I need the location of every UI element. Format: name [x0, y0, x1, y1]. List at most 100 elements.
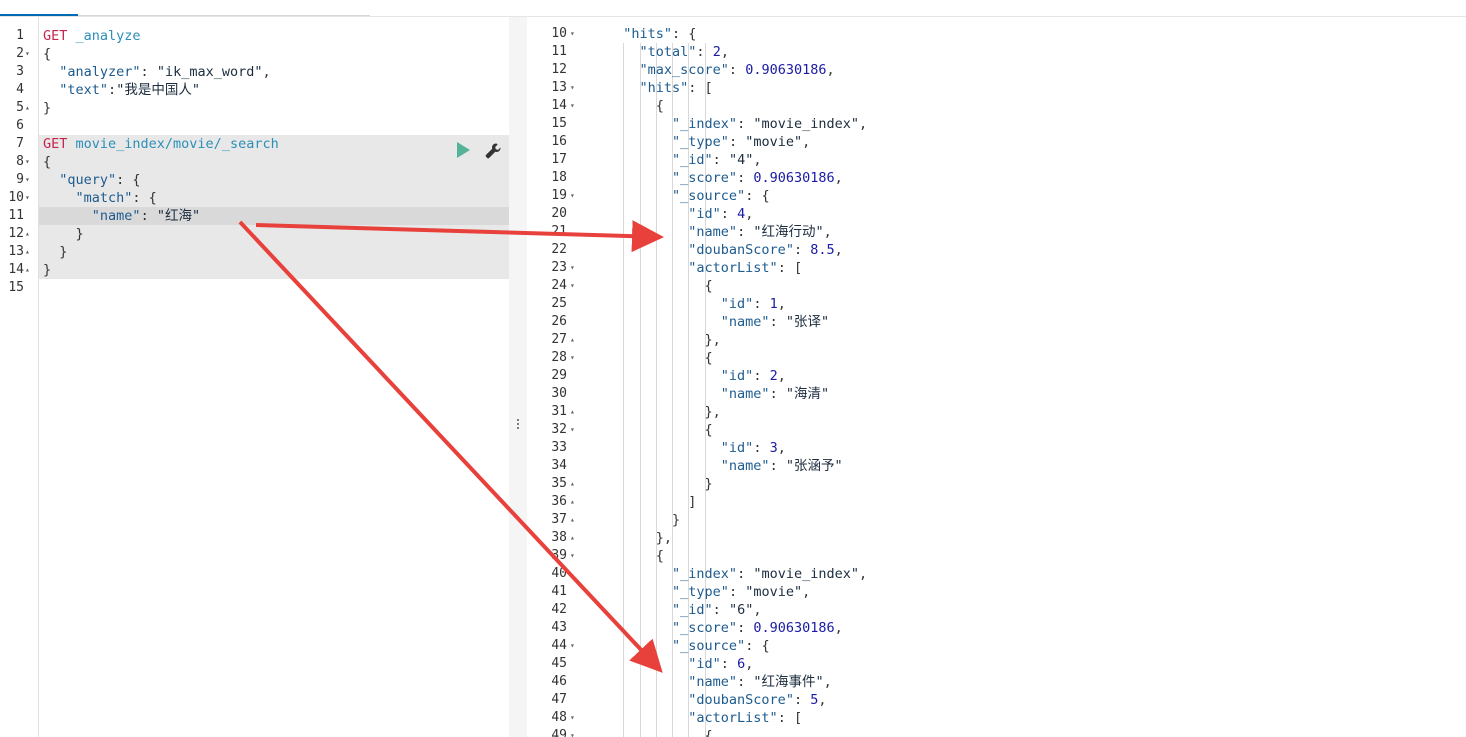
request-editor[interactable]: 1 GET _analyze 2 ▾{3 "analyzer": "ik_max_wo… — [0, 17, 509, 737]
code-line[interactable]: 24 ▾ { — [527, 277, 1466, 295]
code-line[interactable]: 21 "name": "红海行动", — [527, 223, 1466, 241]
play-icon[interactable] — [457, 142, 470, 158]
code-text: "_index": "movie_index", — [607, 565, 867, 583]
code-line[interactable]: 13 ▴ } — [0, 243, 509, 261]
line-number: 43 — [551, 620, 567, 635]
code-line[interactable]: 35 ▴ } — [527, 475, 1466, 493]
token: : — [769, 458, 786, 474]
fold-close-icon[interactable]: ▴ — [570, 403, 575, 421]
fold-close-icon[interactable]: ▴ — [570, 493, 575, 511]
code-line[interactable]: 10 ▾ "match": { — [0, 189, 509, 207]
vertical-dots-icon[interactable] — [515, 417, 521, 431]
fold-close-icon[interactable]: ▴ — [570, 511, 575, 529]
code-line[interactable]: 41 "_type": "movie", — [527, 583, 1466, 601]
pane-splitter[interactable] — [509, 17, 527, 737]
fold-open-icon[interactable]: ▾ — [25, 171, 30, 189]
fold-open-icon[interactable]: ▾ — [570, 421, 575, 439]
code-line[interactable]: 47 "doubanScore": 5, — [527, 691, 1466, 709]
fold-open-icon[interactable]: ▾ — [25, 153, 30, 171]
code-line[interactable]: 2 ▾ { — [0, 45, 509, 63]
line-number: 40 — [551, 566, 567, 581]
fold-open-icon[interactable]: ▾ — [570, 277, 575, 295]
fold-open-icon[interactable]: ▾ — [570, 25, 575, 43]
code-line[interactable]: 20 "id": 4, — [527, 205, 1466, 223]
active-tab-indicator[interactable] — [0, 14, 78, 16]
code-line[interactable]: 12 "max_score": 0.90630186, — [527, 61, 1466, 79]
code-line[interactable]: 43 "_score": 0.90630186, — [527, 619, 1466, 637]
fold-open-icon[interactable]: ▾ — [570, 547, 575, 565]
code-line[interactable]: 12 ▴ } — [0, 225, 509, 243]
code-line[interactable]: 11 "total": 2, — [527, 43, 1466, 61]
code-line[interactable]: 11 "name": "红海" — [0, 207, 509, 225]
fold-open-icon[interactable]: ▾ — [570, 709, 575, 727]
response-viewer[interactable]: 10 ▾ "hits": {11 "total": 2, 12 "max_score… — [527, 17, 1466, 737]
code-line[interactable]: 14 ▾ { — [527, 97, 1466, 115]
fold-close-icon[interactable]: ▴ — [25, 261, 30, 279]
fold-open-icon[interactable]: ▾ — [570, 187, 575, 205]
code-line[interactable]: 10 ▾ "hits": { — [527, 25, 1466, 43]
fold-close-icon[interactable]: ▴ — [25, 243, 30, 261]
fold-close-icon[interactable]: ▴ — [25, 225, 30, 243]
code-line[interactable]: 33 "id": 3, — [527, 439, 1466, 457]
code-line[interactable]: 22 "doubanScore": 8.5, — [527, 241, 1466, 259]
code-line[interactable]: 28 ▾ { — [527, 349, 1466, 367]
code-line[interactable]: 30 "name": "海清" — [527, 385, 1466, 403]
code-line[interactable]: 4 "text":"我是中国人" — [0, 81, 509, 99]
code-line[interactable]: 14 ▴} — [0, 261, 509, 279]
code-line[interactable]: 25 "id": 1, — [527, 295, 1466, 313]
code-line[interactable]: 42 "_id": "6", — [527, 601, 1466, 619]
fold-open-icon[interactable]: ▾ — [570, 727, 575, 737]
code-line[interactable]: 3 "analyzer": "ik_max_word", — [0, 63, 509, 81]
fold-open-icon[interactable]: ▾ — [570, 259, 575, 277]
fold-open-icon[interactable]: ▾ — [570, 97, 575, 115]
code-line[interactable]: 36 ▴ ] — [527, 493, 1466, 511]
code-text: "doubanScore": 5, — [607, 691, 826, 709]
code-line[interactable]: 15 "_index": "movie_index", — [527, 115, 1466, 133]
code-line[interactable]: 16 "_type": "movie", — [527, 133, 1466, 151]
code-line[interactable]: 31 ▴ }, — [527, 403, 1466, 421]
code-line[interactable]: 45 "id": 6, — [527, 655, 1466, 673]
fold-close-icon[interactable]: ▴ — [570, 529, 575, 547]
code-line[interactable]: 8 ▾ { — [0, 153, 509, 171]
code-line[interactable]: 7 GET movie_index/movie/_search — [0, 135, 509, 153]
line-number: 3 — [16, 64, 24, 79]
code-line[interactable]: 44 ▾ "_source": { — [527, 637, 1466, 655]
code-line[interactable]: 23 ▾ "actorList": [ — [527, 259, 1466, 277]
code-line[interactable]: 1 GET _analyze — [0, 27, 509, 45]
code-line[interactable]: 46 "name": "红海事件", — [527, 673, 1466, 691]
code-line[interactable]: 15 — [0, 279, 509, 297]
code-line[interactable]: 49 ▾ { — [527, 727, 1466, 737]
code-line[interactable]: 40 "_index": "movie_index", — [527, 565, 1466, 583]
code-line[interactable]: 32 ▾ { — [527, 421, 1466, 439]
fold-open-icon[interactable]: ▾ — [25, 189, 30, 207]
fold-close-icon[interactable]: ▴ — [25, 99, 30, 117]
code-line[interactable]: 17 "_id": "4", — [527, 151, 1466, 169]
code-line[interactable]: 38 ▴ }, — [527, 529, 1466, 547]
token: { — [43, 46, 52, 62]
fold-open-icon[interactable]: ▾ — [570, 637, 575, 655]
wrench-icon[interactable] — [483, 141, 503, 161]
code-text: { — [607, 727, 713, 737]
fold-close-icon[interactable]: ▴ — [570, 331, 575, 349]
code-line[interactable]: 9 ▾ "query": { — [0, 171, 509, 189]
code-line[interactable]: 27 ▴ }, — [527, 331, 1466, 349]
fold-open-icon[interactable]: ▾ — [570, 79, 575, 97]
token: "name" — [720, 386, 770, 402]
code-line[interactable]: 37 ▴ } — [527, 511, 1466, 529]
code-line[interactable]: 13 ▾ "hits": [ — [527, 79, 1466, 97]
fold-open-icon[interactable]: ▾ — [570, 349, 575, 367]
code-line[interactable]: 5 ▴} — [0, 99, 509, 117]
token: , — [777, 296, 786, 312]
code-line[interactable]: 29 "id": 2, — [527, 367, 1466, 385]
code-line[interactable]: 18 "_score": 0.90630186, — [527, 169, 1466, 187]
code-line[interactable]: 19 ▾ "_source": { — [527, 187, 1466, 205]
code-text: } — [43, 243, 67, 261]
fold-close-icon[interactable]: ▴ — [570, 475, 575, 493]
code-line[interactable]: 6 — [0, 117, 509, 135]
code-line[interactable]: 26 "name": "张译" — [527, 313, 1466, 331]
code-line[interactable]: 34 "name": "张涵予" — [527, 457, 1466, 475]
code-line[interactable]: 48 ▾ "actorList": [ — [527, 709, 1466, 727]
code-line[interactable]: 39 ▾ { — [527, 547, 1466, 565]
fold-open-icon[interactable]: ▾ — [25, 45, 30, 63]
